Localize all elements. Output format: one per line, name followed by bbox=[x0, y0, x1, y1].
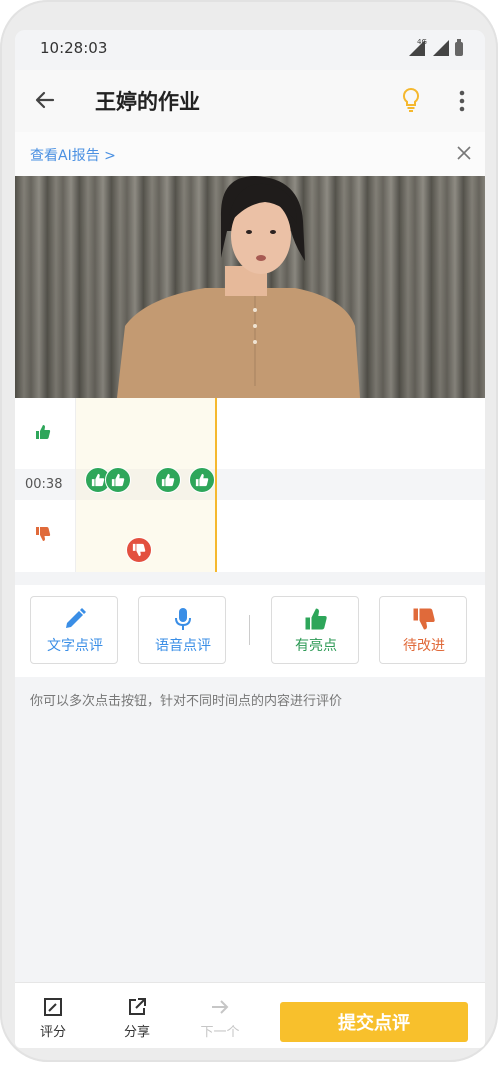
video-player[interactable] bbox=[15, 176, 485, 398]
page-title: 王婷的作业 bbox=[95, 90, 200, 114]
thumbs-up-icon bbox=[36, 425, 51, 439]
status-bar: 10:28:03 4G bbox=[15, 30, 485, 70]
next-button[interactable]: 下一个 bbox=[190, 997, 250, 1040]
signal-icon bbox=[433, 40, 449, 56]
ai-report-bar: 查看AI报告 > bbox=[15, 132, 485, 176]
back-arrow-icon[interactable] bbox=[33, 88, 57, 112]
next-label: 下一个 bbox=[200, 1025, 240, 1040]
thumbs-up-icon bbox=[305, 608, 327, 630]
improve-marker[interactable] bbox=[126, 537, 152, 563]
score-label: 评分 bbox=[39, 1025, 66, 1040]
improve-button[interactable]: 待改进 bbox=[379, 596, 467, 664]
close-icon[interactable] bbox=[457, 146, 471, 160]
timeline-playhead[interactable] bbox=[215, 398, 217, 572]
voice-comment-button[interactable]: 语音点评 bbox=[138, 596, 226, 664]
thumbs-down-icon bbox=[413, 608, 435, 630]
phone-frame: 10:28:03 4G 王婷的作业 查看AI报告 > 00:38 文字点评 语音… bbox=[0, 0, 498, 1062]
comment-timeline[interactable]: 00:38 bbox=[15, 398, 485, 572]
actions-divider bbox=[249, 615, 250, 645]
next-arrow-icon bbox=[212, 1000, 229, 1014]
highlight-label: 有亮点 bbox=[295, 638, 337, 654]
highlight-marker[interactable] bbox=[189, 467, 215, 493]
ai-report-link[interactable]: 查看AI报告 > bbox=[30, 145, 116, 165]
highlight-button[interactable]: 有亮点 bbox=[271, 596, 359, 664]
microphone-icon bbox=[175, 608, 191, 630]
battery-icon bbox=[455, 39, 463, 56]
text-comment-label: 文字点评 bbox=[47, 638, 103, 654]
student-video-frame bbox=[117, 176, 360, 398]
pencil-icon bbox=[66, 608, 86, 628]
submit-comment-button[interactable]: 提交点评 bbox=[280, 1002, 468, 1042]
signal-4g-icon: 4G bbox=[409, 38, 427, 56]
lightbulb-icon[interactable] bbox=[400, 86, 422, 114]
score-button[interactable]: 评分 bbox=[23, 997, 83, 1040]
network-label: 4G bbox=[417, 38, 427, 46]
app-screen: 10:28:03 4G 王婷的作业 查看AI报告 > 00:38 文字点评 语音… bbox=[15, 30, 485, 1048]
text-comment-button[interactable]: 文字点评 bbox=[30, 596, 118, 664]
status-icons: 4G bbox=[409, 38, 463, 56]
timeline-current-time: 00:38 bbox=[25, 477, 63, 492]
share-button[interactable]: 分享 bbox=[107, 997, 167, 1040]
share-label: 分享 bbox=[123, 1025, 150, 1040]
comment-actions: 文字点评 语音点评 有亮点 待改进 bbox=[15, 585, 485, 677]
score-icon bbox=[44, 998, 62, 1016]
thumbs-down-icon bbox=[36, 527, 51, 541]
highlight-marker[interactable] bbox=[155, 467, 181, 493]
share-icon bbox=[129, 998, 146, 1015]
voice-comment-label: 语音点评 bbox=[155, 638, 211, 654]
app-bar: 王婷的作业 bbox=[15, 70, 485, 133]
highlight-marker[interactable] bbox=[105, 467, 131, 493]
bottom-bar: 评分 分享 下一个 提交点评 bbox=[15, 982, 485, 1048]
improve-label: 待改进 bbox=[403, 638, 445, 654]
hint-text: 你可以多次点击按钮，针对不同时间点的内容进行评价 bbox=[30, 694, 343, 709]
status-time: 10:28:03 bbox=[40, 39, 108, 57]
more-vert-icon[interactable] bbox=[459, 90, 465, 112]
